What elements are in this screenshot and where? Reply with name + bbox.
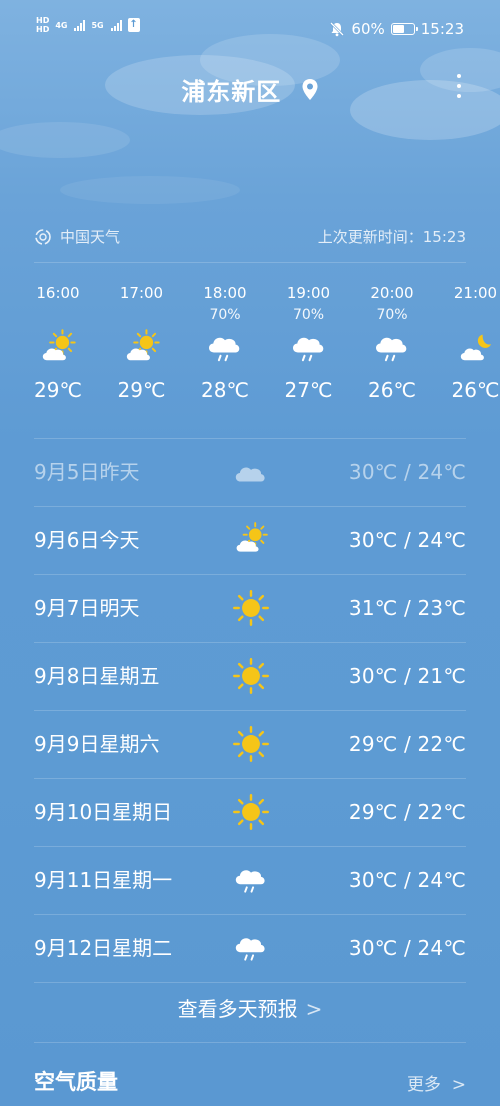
header: 浦东新区 <box>0 66 500 110</box>
daily-row[interactable]: 9月9日星期六 29℃ / 22℃ <box>34 710 466 778</box>
more-label: 更多 <box>406 1075 441 1095</box>
temperature-range: 30℃ / 21℃ <box>348 664 466 688</box>
temperature-range: 29℃ / 22℃ <box>348 800 466 824</box>
daily-row[interactable]: 9月5日昨天 30℃ / 24℃ <box>34 438 466 506</box>
source-name: 中国天气 <box>60 228 121 246</box>
daily-row[interactable]: 9月10日星期日 29℃ / 22℃ <box>34 778 466 846</box>
hd-badge-2: HD <box>36 25 50 34</box>
hd-indicators: HD HD <box>36 16 49 34</box>
hourly-item: 18:00 70% 28℃ <box>183 282 267 402</box>
battery-percent: 60% <box>351 20 385 38</box>
status-right: 60% 15:23 <box>329 20 464 38</box>
air-quality-more-link[interactable]: 更多 > <box>407 1070 466 1095</box>
hourly-temperature: 26℃ <box>368 378 416 402</box>
hourly-temperature: 27℃ <box>284 378 333 402</box>
day-label: 9月5日昨天 <box>34 460 140 484</box>
day-label: 9月9日星期六 <box>34 732 160 756</box>
temperature-range: 31℃ / 23℃ <box>348 596 466 620</box>
last-update-time: 上次更新时间：15:23 <box>317 228 466 246</box>
forecast-link-label: 查看多天预报 <box>177 997 298 1021</box>
status-left: HD HD 4G 5G ↑ <box>36 16 140 34</box>
city-name: 浦东新区 <box>181 78 282 106</box>
hourly-time: 16:00 <box>36 284 80 302</box>
daily-row[interactable]: 9月6日今天 30℃ / 24℃ <box>34 506 466 574</box>
hourly-forecast[interactable]: 16:00 29℃ 17:00 29℃ 18:00 70% 28℃ 19:00 … <box>16 282 500 422</box>
hourly-item: 20:00 70% 26℃ <box>350 282 434 402</box>
hourly-time: 18:00 <box>203 284 247 302</box>
chevron-right-icon: > <box>305 997 323 1021</box>
network-type-1: 4G <box>55 20 68 30</box>
china-weather-logo-icon <box>35 228 51 245</box>
rain-probability <box>434 304 500 326</box>
hourly-temperature: 28℃ <box>201 378 249 402</box>
location-pin-icon <box>302 78 318 100</box>
network-type-2: 5G <box>91 20 104 30</box>
hourly-time: 19:00 <box>286 284 331 302</box>
sunny-icon <box>232 725 270 763</box>
divider <box>34 1042 466 1043</box>
daily-row[interactable]: 9月12日星期二 30℃ / 24℃ <box>34 914 466 982</box>
day-label: 9月6日今天 <box>34 528 140 552</box>
temperature-range: 30℃ / 24℃ <box>348 936 466 960</box>
day-label: 9月8日星期五 <box>34 664 160 688</box>
location-selector[interactable]: 浦东新区 <box>0 72 500 107</box>
hourly-time: 17:00 <box>119 284 164 302</box>
rain-probability: 70% <box>209 307 241 323</box>
temperature-range: 29℃ / 22℃ <box>348 732 466 756</box>
battery-icon <box>390 23 418 35</box>
daily-forecast-list: 9月5日昨天 30℃ / 24℃ 9月6日今天 30℃ / 24℃ 9月7日明天… <box>34 438 466 983</box>
clock-time: 15:23 <box>420 20 464 38</box>
sunny-icon <box>232 657 270 695</box>
divider <box>34 262 466 263</box>
partly-cloudy-icon <box>100 326 184 370</box>
hourly-item: 16:00 29℃ <box>16 282 100 402</box>
hourly-item: 21:00 26℃ <box>434 282 500 402</box>
signal-bars-1-icon <box>74 19 86 31</box>
temperature-range: 30℃ / 24℃ <box>348 528 466 552</box>
rain-probability <box>16 304 100 326</box>
rain-probability: 70% <box>292 307 325 323</box>
air-quality-section: 空气质量 更多 > <box>34 1066 466 1102</box>
daily-row[interactable]: 9月7日明天 31℃ / 23℃ <box>34 574 466 642</box>
sunny-icon <box>232 793 270 831</box>
hourly-item: 19:00 70% 27℃ <box>267 282 351 402</box>
light-rain-icon <box>350 326 434 370</box>
light-rain-icon <box>267 326 351 370</box>
temperature-range: 30℃ / 24℃ <box>348 868 466 892</box>
hourly-temperature: 29℃ <box>117 378 166 402</box>
chevron-right-icon: > <box>446 1075 466 1095</box>
day-label: 9月12日星期二 <box>34 936 173 960</box>
temperature-range: 30℃ / 24℃ <box>348 460 466 484</box>
cloudy-icon <box>232 453 270 491</box>
partly-cloudy-icon <box>16 326 100 370</box>
sunny-icon <box>232 589 270 627</box>
source-row: 中国天气 上次更新时间：15:23 <box>34 226 466 250</box>
weather-source[interactable]: 中国天气 <box>34 226 120 247</box>
partly-cloudy-icon <box>232 521 270 559</box>
hourly-temperature: 29℃ <box>34 378 82 402</box>
rain-probability <box>100 304 184 326</box>
hourly-time: 21:00 <box>453 284 498 302</box>
day-label: 9月7日明天 <box>34 596 140 620</box>
hd-badge-1: HD <box>36 16 50 25</box>
more-options-icon[interactable] <box>456 70 462 100</box>
status-bar: HD HD 4G 5G ↑ 60% 15:23 <box>0 0 500 60</box>
rain-probability: 70% <box>376 307 408 323</box>
day-label: 9月10日星期日 <box>34 800 173 824</box>
air-quality-title: 空气质量 <box>34 1070 118 1094</box>
hourly-time: 20:00 <box>370 284 414 302</box>
cloudy-night-icon <box>434 326 500 370</box>
light-rain-icon <box>232 861 270 899</box>
hourly-temperature: 26℃ <box>451 378 500 402</box>
daily-row[interactable]: 9月8日星期五 30℃ / 21℃ <box>34 642 466 710</box>
light-rain-icon <box>183 326 267 370</box>
light-rain-icon <box>232 929 270 967</box>
signal-bars-2-icon <box>110 19 122 31</box>
hourly-item: 17:00 29℃ <box>100 282 184 402</box>
upload-icon: ↑ <box>127 18 140 32</box>
mute-bell-icon <box>330 22 345 37</box>
view-multi-day-forecast-button[interactable]: 查看多天预报 > <box>34 976 466 1042</box>
day-label: 9月11日星期一 <box>34 868 173 892</box>
daily-row[interactable]: 9月11日星期一 30℃ / 24℃ <box>34 846 466 914</box>
